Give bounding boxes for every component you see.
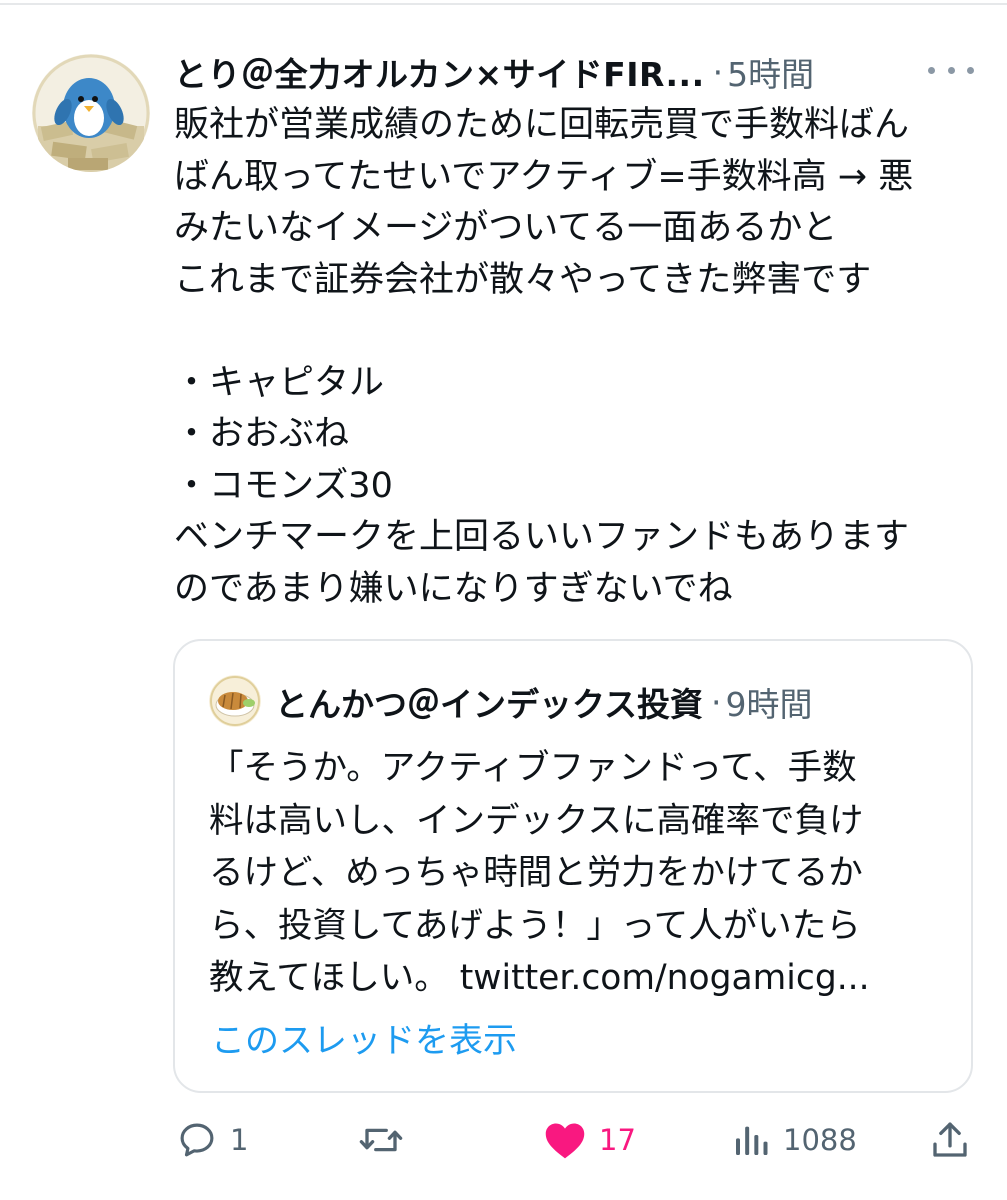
quote-meta-separator: · (711, 682, 722, 722)
more-horizontal-icon (928, 66, 935, 74)
tweet-line: ・おおぶね (174, 414, 350, 454)
more-options-button[interactable] (928, 52, 974, 88)
quote-header: とんかつ＠インデックス投資 · 9時間 (275, 671, 813, 733)
more-dot (947, 66, 955, 74)
like-count: 17 (599, 1123, 636, 1157)
more-dot (967, 66, 974, 74)
tweet-blank-line (174, 306, 974, 358)
tweet-line: ばん取ってたせいでアクティブ=手数料高 → 悪 (174, 156, 914, 197)
show-thread-link[interactable]: このスレッドを表示 (211, 1013, 517, 1062)
quote-text: 「そうか。アクティブファンドって、手数 料は高いし、インデックスに高確率で負け … (209, 742, 959, 1005)
meta-separator: · (712, 52, 724, 92)
quote-line: 「そうか。アクティブファンドって、手数 (209, 748, 857, 788)
author-avatar[interactable] (32, 54, 150, 172)
heart-icon (545, 1123, 585, 1159)
post-time[interactable]: 5時間 (727, 48, 814, 96)
top-divider (0, 3, 1007, 5)
tweet-line: ベンチマークを上回るいいファンドもあります (174, 517, 910, 557)
tweet-header: とり＠全力オルカン×サイドFIR... · 5時間 (174, 46, 974, 98)
tweet-line: ・キャピタル (174, 362, 385, 403)
quoted-tweet-card[interactable]: とんかつ＠インデックス投資 · 9時間 「そうか。アクティブファンドって、手数 … (173, 639, 973, 1093)
quote-line: 教えてほしい。 twitter.com/nogamicg... (209, 958, 870, 998)
reply-count: 1 (230, 1123, 249, 1157)
author-name[interactable]: とり＠全力オルカン×サイドFIR... (174, 48, 705, 96)
views-icon (736, 1126, 768, 1155)
quote-author-avatar (209, 675, 261, 727)
views-count: 1088 (783, 1123, 857, 1157)
tweet-line: これまで証券会社が散々やってきた弊害です (174, 259, 872, 300)
views-button[interactable]: 1088 (731, 1110, 857, 1170)
share-button[interactable] (930, 1110, 970, 1170)
tweet-line: 販社が営業成績のために回転売買で手数料ばん (174, 105, 910, 145)
tweet-line: みたいなイメージがついてる一面あるかと (174, 208, 838, 248)
quote-line: 料は高いし、インデックスに高確率で負け (209, 800, 864, 841)
quote-author-name[interactable]: とんかつ＠インデックス投資 (275, 678, 703, 726)
quote-time: 9時間 (725, 685, 813, 724)
reply-button[interactable]: 1 (176, 1110, 248, 1170)
tweet-line: のであまり嫌いになりすぎないでね (174, 568, 733, 609)
tweet-line: ・コモンズ30 (174, 465, 393, 506)
tweet-text: 販社が営業成績のために回転売買で手数料ばん ばん取ってたせいでアクティブ=手数料… (174, 100, 974, 615)
retweet-button[interactable] (358, 1110, 416, 1170)
retweet-icon (359, 1128, 403, 1152)
share-icon (933, 1122, 967, 1157)
penguin-avatar-image (32, 54, 150, 172)
quote-line: るけど、めっちゃ時間と労力をかけてるか (209, 853, 863, 893)
quote-line: ら、投資してあげよう！」って人がいたら (209, 905, 861, 946)
tweet-action-bar: 1 17 1088 (0, 1110, 1007, 1170)
tonkatsu-avatar-image (209, 675, 261, 727)
reply-icon (180, 1123, 214, 1157)
like-button[interactable]: 17 (543, 1110, 636, 1170)
